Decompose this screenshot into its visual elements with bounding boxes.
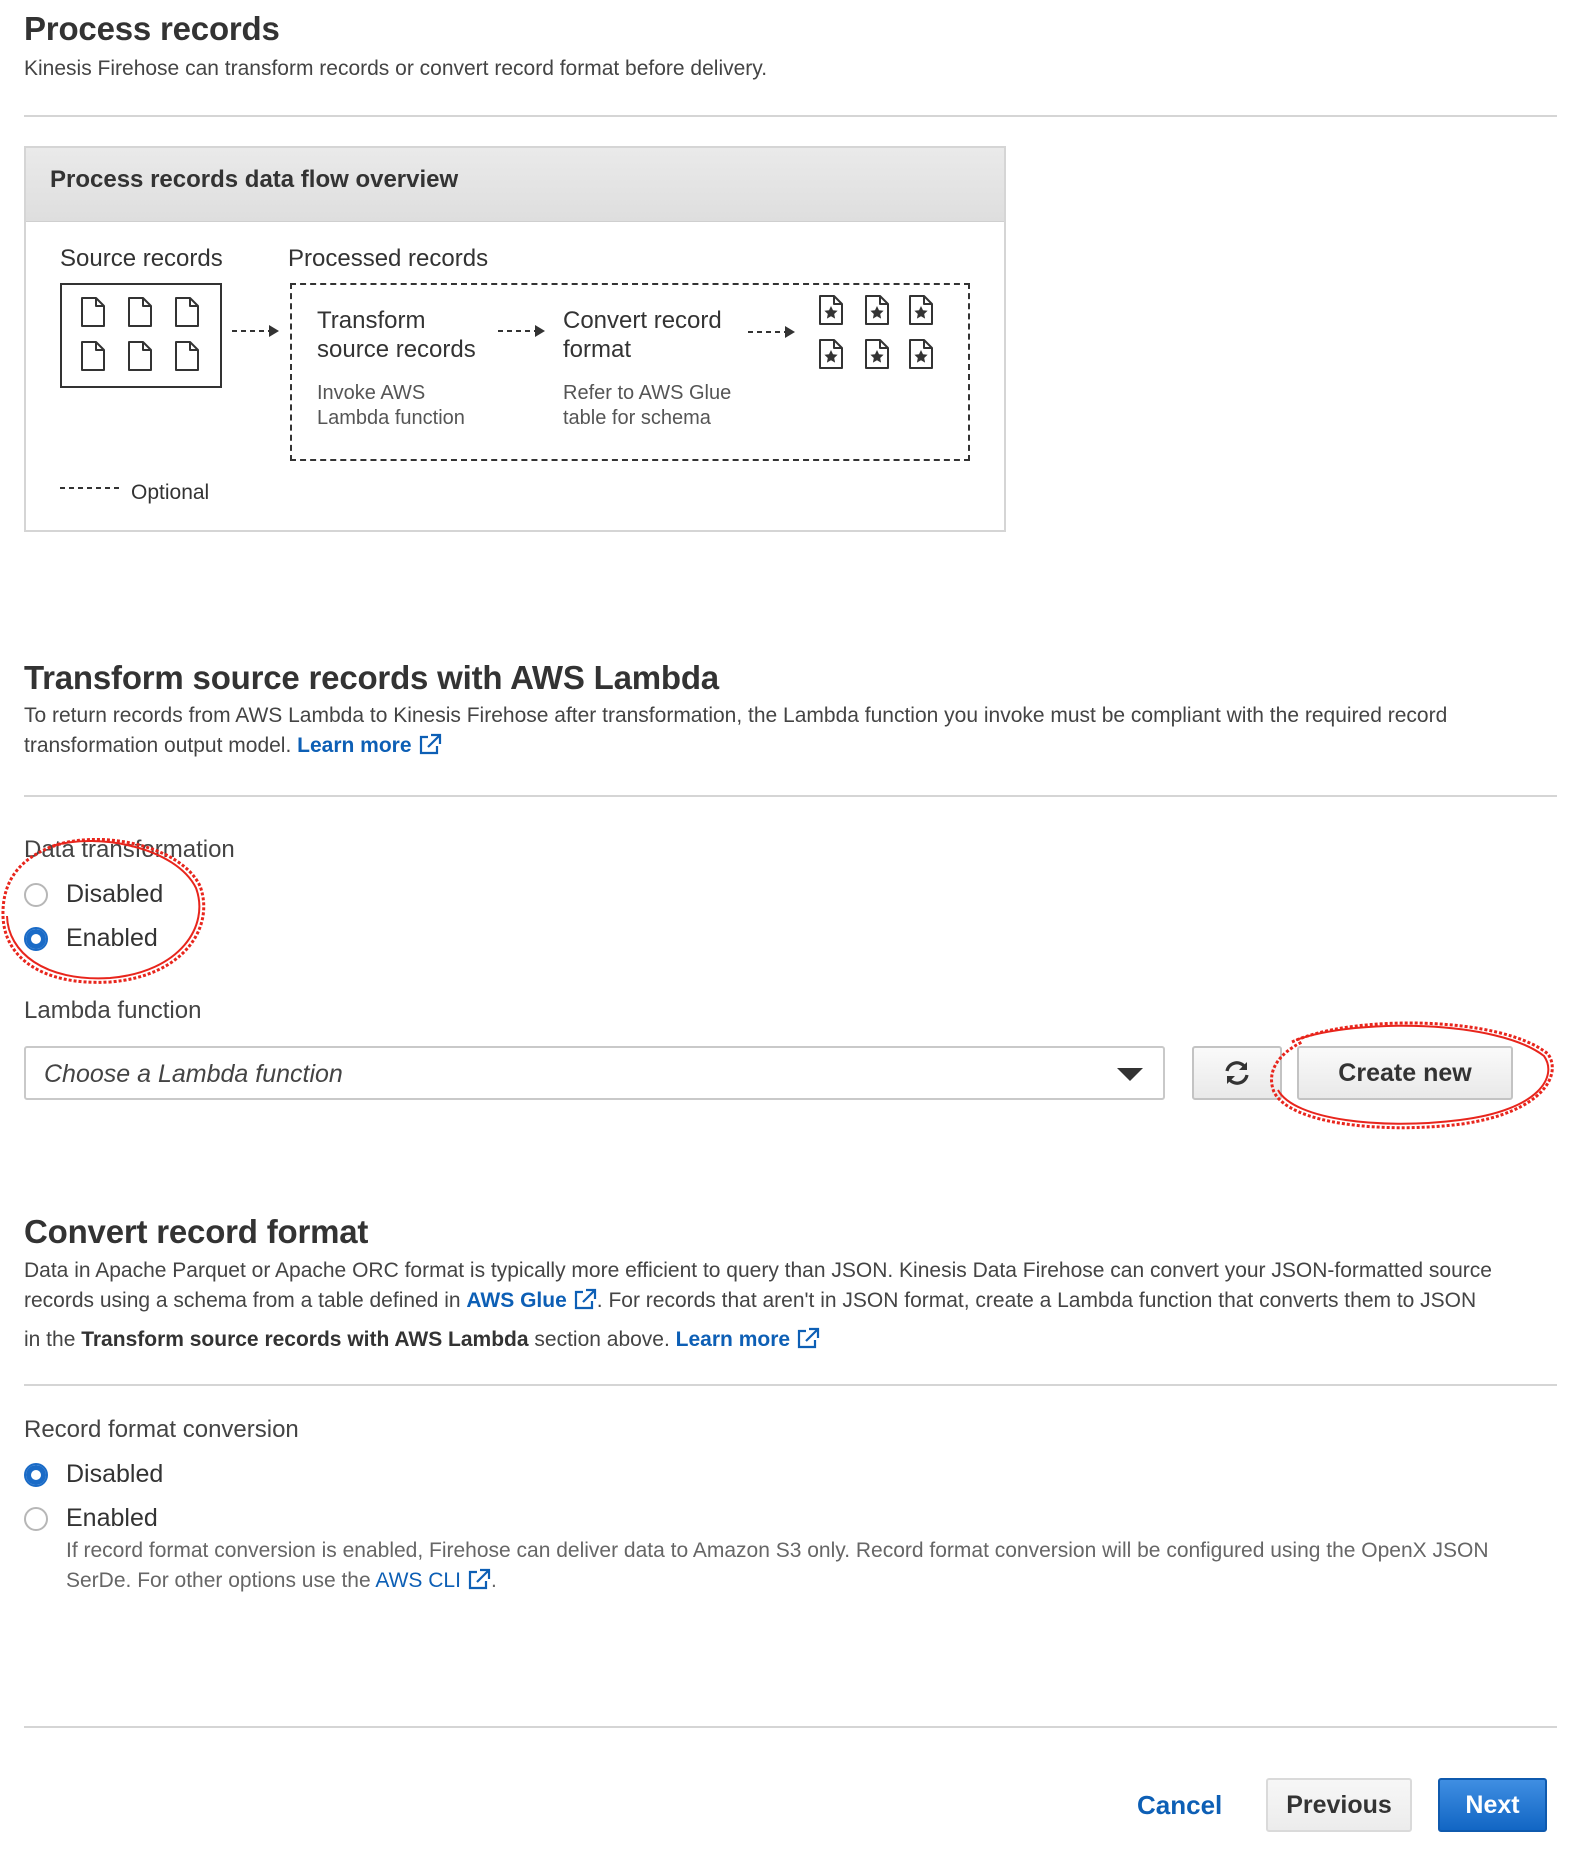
source-documents-icons <box>78 296 208 381</box>
convert-step-title: Convert record format <box>563 307 722 363</box>
transform-step-title: Transform source records <box>317 307 476 363</box>
flow-arrow-icon <box>497 321 547 346</box>
external-link-icon <box>573 1288 597 1319</box>
page-subtitle: Kinesis Firehose can transform records o… <box>24 57 768 80</box>
radio-label: Enabled <box>66 1504 158 1532</box>
chevron-down-icon <box>1117 1068 1143 1081</box>
radio-label: Disabled <box>66 1460 164 1488</box>
record-format-enabled-option[interactable]: Enabled <box>24 1504 158 1533</box>
aws-cli-link[interactable]: AWS CLI <box>375 1569 461 1592</box>
previous-button[interactable]: Previous <box>1266 1778 1412 1832</box>
record-format-note: If record format conversion is enabled, … <box>66 1536 1556 1599</box>
next-button[interactable]: Next <box>1438 1778 1547 1832</box>
annotation-circle <box>1262 1012 1562 1141</box>
flow-arrow-icon <box>747 322 797 347</box>
learn-more-link[interactable]: Learn more <box>297 734 411 757</box>
optional-legend-line <box>60 481 124 499</box>
record-format-disabled-option[interactable]: Disabled <box>24 1460 163 1489</box>
radio-enabled[interactable] <box>24 1506 48 1531</box>
flow-arrow-icon <box>231 321 281 346</box>
lambda-section-title: Transform source records with AWS Lambda <box>24 659 719 696</box>
record-format-conversion-label: Record format conversion <box>24 1416 299 1443</box>
divider <box>24 1384 1557 1386</box>
overview-header: Process records data flow overview <box>26 148 1004 222</box>
external-link-icon <box>418 733 442 764</box>
radio-disabled[interactable] <box>24 1462 48 1487</box>
divider <box>24 115 1557 117</box>
page-title: Process records <box>24 10 280 47</box>
convert-section-desc: Data in Apache Parquet or Apache ORC for… <box>24 1256 1564 1358</box>
lambda-function-label: Lambda function <box>24 997 202 1024</box>
external-link-icon <box>467 1568 491 1599</box>
select-placeholder: Choose a Lambda function <box>44 1060 343 1088</box>
annotation-circle <box>0 826 215 996</box>
optional-legend-label: Optional <box>131 481 210 504</box>
cancel-button[interactable]: Cancel <box>1137 1790 1222 1821</box>
source-records-label: Source records <box>60 245 223 272</box>
convert-section-title: Convert record format <box>24 1213 369 1250</box>
lambda-function-select[interactable]: Choose a Lambda function <box>24 1046 1165 1100</box>
divider <box>24 1726 1557 1728</box>
processed-records-label: Processed records <box>288 245 489 272</box>
aws-glue-link[interactable]: AWS Glue <box>466 1289 566 1312</box>
transform-step-desc: Invoke AWS Lambda function <box>317 382 465 429</box>
lambda-section-desc: To return records from AWS Lambda to Kin… <box>24 701 1544 764</box>
divider <box>24 795 1557 797</box>
convert-step-desc: Refer to AWS Glue table for schema <box>563 382 732 429</box>
refresh-icon <box>1223 1060 1251 1093</box>
processed-documents-icons <box>818 294 948 379</box>
learn-more-link[interactable]: Learn more <box>676 1328 790 1351</box>
external-link-icon <box>796 1327 820 1358</box>
